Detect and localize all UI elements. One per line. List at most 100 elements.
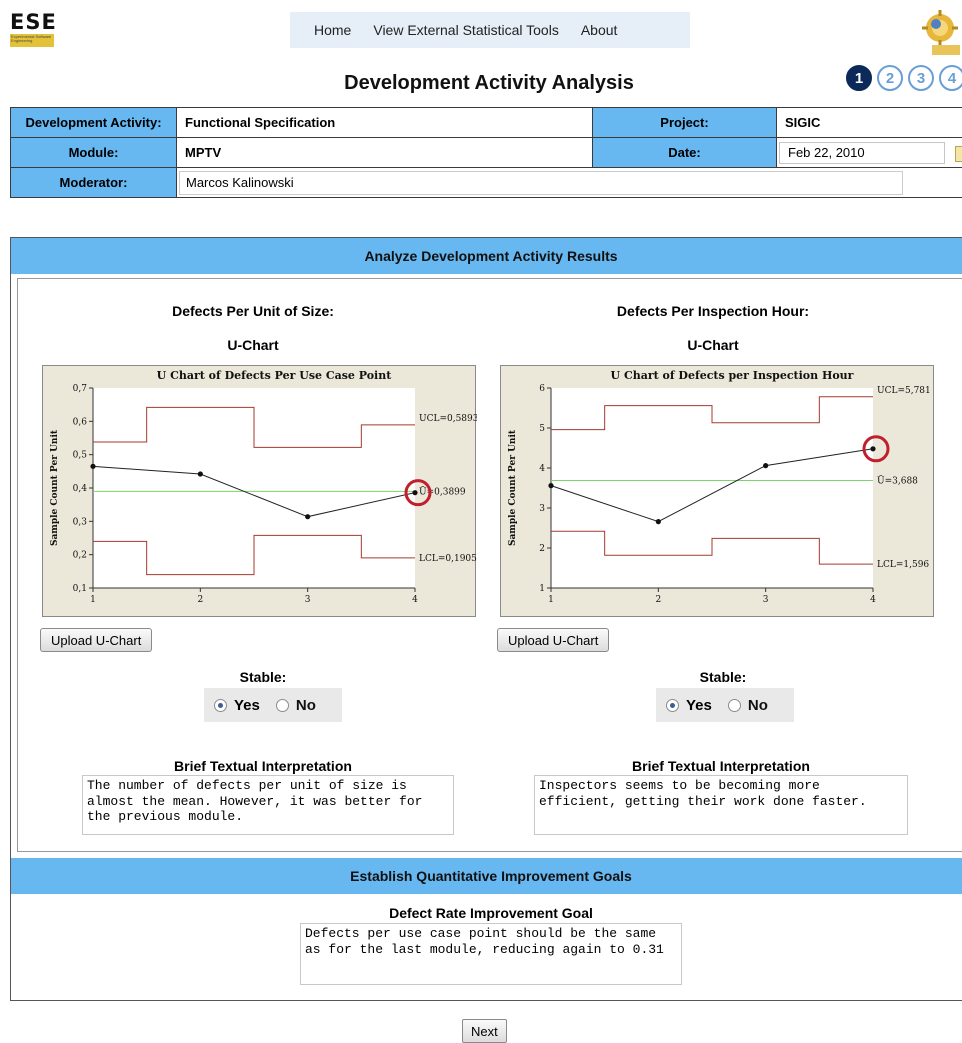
stable-radio-group-right: Yes No (656, 688, 794, 722)
radio-unselected-icon[interactable] (275, 698, 289, 712)
y-tick-label: 3 (539, 504, 545, 514)
analyze-header: Analyze Development Activity Results (11, 238, 962, 274)
y-tick-label: 0,6 (73, 417, 88, 427)
data-point (870, 446, 876, 452)
project-value: SIGIC (776, 107, 962, 138)
stable-no-option-right[interactable]: No (727, 696, 768, 714)
stable-yes-option-right[interactable]: Yes (666, 697, 712, 714)
y-tick-label: 0,5 (73, 451, 88, 461)
module-label: Module: (10, 137, 177, 168)
step-2-icon[interactable]: 2 (877, 65, 903, 91)
y-tick-label: 0,7 (73, 384, 88, 394)
data-point (305, 514, 311, 520)
goals-header: Establish Quantitative Improvement Goals (11, 858, 962, 894)
date-label: Date: (592, 137, 777, 168)
brief-textarea-left[interactable]: The number of defects per unit of size i… (82, 775, 454, 835)
chart-title: U Chart of Defects per Inspection Hour (611, 369, 854, 382)
lcl-label: LCL=1,596 (877, 560, 929, 570)
x-tick-label: 4 (870, 595, 876, 605)
moderator-cell (176, 167, 962, 198)
brief-textarea-right[interactable]: Inspectors seems to be becoming more eff… (534, 775, 908, 835)
no-label: No (295, 696, 316, 714)
ucl-label: UCL=5,781 (877, 386, 931, 396)
chart-title: U Chart of Defects Per Use Case Point (157, 369, 393, 382)
page-title: Development Activity Analysis (344, 72, 634, 94)
top-navigation: Home View External Statistical Tools Abo… (290, 12, 690, 48)
yes-label: Yes (686, 696, 712, 714)
goal-label: Defect Rate Improvement Goal (389, 905, 593, 921)
analysis-panel: Analyze Development Activity Results Def… (10, 237, 962, 1001)
brief-label-right: Brief Textual Interpretation (632, 758, 810, 774)
center-label: Ū=0,3899 (419, 485, 466, 497)
y-tick-label: 0,4 (73, 484, 88, 494)
coppe-logo-icon (922, 10, 960, 55)
y-tick-label: 0,1 (73, 584, 87, 594)
step-1-icon[interactable]: 1 (846, 65, 872, 91)
x-tick-label: 1 (90, 595, 96, 605)
next-button[interactable]: Next (462, 1019, 507, 1043)
defects-per-hour-title: Defects Per Inspection Hour: (616, 303, 810, 319)
y-tick-label: 1 (539, 584, 545, 594)
y-tick-label: 5 (539, 424, 545, 434)
y-tick-label: 4 (539, 464, 545, 474)
stable-no-option-left[interactable]: No (275, 696, 316, 714)
ucl-label: UCL=0,5893 (419, 414, 477, 424)
step-3-icon[interactable]: 3 (908, 65, 934, 91)
analyze-results-box: Defects Per Unit of Size: U-Chart U Char… (17, 278, 962, 852)
u-chart-inspection-hour-svg: U Chart of Defects per Inspection Hour Sa… (508, 369, 931, 605)
nav-about-link[interactable]: About (581, 22, 618, 38)
stable-yes-option-left[interactable]: Yes (214, 697, 260, 714)
logo-subtext: Experimental Software Engineering (10, 34, 54, 47)
upload-u-chart-button-left[interactable]: Upload U-Chart (40, 628, 153, 652)
x-tick-label: 4 (412, 595, 418, 605)
x-tick-label: 2 (197, 595, 203, 605)
no-label: No (747, 696, 768, 714)
stable-label-left: Stable: (239, 669, 287, 685)
project-label: Project: (592, 107, 777, 138)
y-axis-label: Sample Count Per Unit (50, 429, 60, 546)
radio-selected-icon[interactable] (214, 698, 227, 712)
x-tick-label: 2 (655, 595, 661, 605)
data-point (197, 471, 203, 477)
data-point (655, 519, 661, 525)
moderator-input[interactable] (179, 170, 903, 195)
lcl-label: LCL=0,1905 (419, 554, 477, 564)
yes-label: Yes (234, 696, 260, 714)
date-input[interactable] (779, 141, 945, 164)
defects-per-size-subtitle: U-Chart (227, 337, 279, 353)
step-4-icon[interactable]: 4 (939, 65, 962, 91)
radio-unselected-icon[interactable] (727, 698, 741, 712)
step-indicator: 1 2 3 4 (846, 65, 962, 91)
u-chart-inspection-hour: U Chart of Defects per Inspection Hour Sa… (500, 365, 934, 617)
u-chart-use-case-point: U Chart of Defects Per Use Case Point Sam… (42, 365, 479, 617)
upload-u-chart-button-right[interactable]: Upload U-Chart (497, 628, 610, 652)
data-point (763, 463, 769, 469)
brief-label-left: Brief Textual Interpretation (174, 758, 352, 774)
data-point (412, 490, 418, 496)
nav-external-tools-link[interactable]: View External Statistical Tools (373, 22, 558, 38)
x-tick-label: 3 (305, 595, 311, 605)
goal-textarea[interactable]: Defects per use case point should be the… (300, 923, 682, 985)
u-chart-use-case-point-svg: U Chart of Defects Per Use Case Point Sam… (50, 369, 479, 605)
stable-label-right: Stable: (699, 669, 747, 685)
data-point (90, 463, 96, 469)
stable-radio-group-left: Yes No (204, 688, 342, 722)
x-tick-label: 3 (763, 595, 769, 605)
nav-home-link[interactable]: Home (314, 22, 351, 38)
calendar-icon[interactable] (954, 145, 962, 162)
y-tick-label: 0,2 (73, 551, 87, 561)
defects-per-size-title: Defects Per Unit of Size: (172, 303, 334, 319)
center-label: Ū=3,688 (877, 474, 918, 486)
y-tick-label: 2 (539, 544, 545, 554)
y-tick-label: 6 (539, 384, 545, 394)
activity-info-table: Development Activity: Functional Specifi… (10, 107, 962, 198)
x-tick-label: 1 (548, 595, 554, 605)
y-axis-label: Sample Count Per Unit (508, 429, 518, 546)
date-cell (776, 137, 962, 168)
data-point (548, 483, 554, 489)
module-value: MPTV (176, 137, 593, 168)
moderator-label: Moderator: (10, 167, 177, 198)
ese-logo[interactable]: ESE Experimental Software Engineering (10, 12, 58, 50)
y-tick-label: 0,3 (73, 517, 88, 527)
radio-selected-icon[interactable] (666, 698, 679, 712)
